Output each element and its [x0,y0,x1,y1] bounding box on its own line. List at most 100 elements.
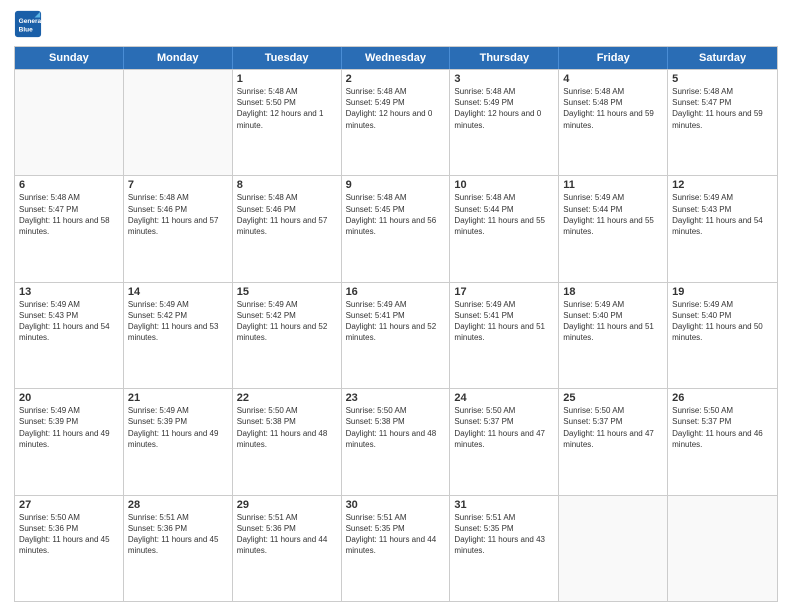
day-number: 27 [19,499,119,511]
calendar-cell: 14Sunrise: 5:49 AM Sunset: 5:42 PM Dayli… [124,283,233,388]
day-number: 21 [128,392,228,404]
svg-text:General: General [19,18,42,25]
day-number: 18 [563,286,663,298]
calendar-cell [668,496,777,601]
calendar-cell [559,496,668,601]
day-number: 10 [454,179,554,191]
day-header-sunday: Sunday [15,47,124,69]
day-number: 25 [563,392,663,404]
day-number: 2 [346,73,446,85]
day-number: 23 [346,392,446,404]
calendar-cell: 23Sunrise: 5:50 AM Sunset: 5:38 PM Dayli… [342,389,451,494]
calendar-week-4: 20Sunrise: 5:49 AM Sunset: 5:39 PM Dayli… [15,388,777,494]
calendar-cell: 29Sunrise: 5:51 AM Sunset: 5:36 PM Dayli… [233,496,342,601]
calendar: SundayMondayTuesdayWednesdayThursdayFrid… [14,46,778,602]
cell-info: Sunrise: 5:49 AM Sunset: 5:40 PM Dayligh… [672,299,773,344]
day-number: 12 [672,179,773,191]
day-number: 31 [454,499,554,511]
day-header-thursday: Thursday [450,47,559,69]
day-header-tuesday: Tuesday [233,47,342,69]
cell-info: Sunrise: 5:49 AM Sunset: 5:39 PM Dayligh… [128,405,228,450]
calendar-cell: 8Sunrise: 5:48 AM Sunset: 5:46 PM Daylig… [233,176,342,281]
cell-info: Sunrise: 5:51 AM Sunset: 5:36 PM Dayligh… [128,512,228,557]
day-number: 14 [128,286,228,298]
day-number: 7 [128,179,228,191]
calendar-cell: 22Sunrise: 5:50 AM Sunset: 5:38 PM Dayli… [233,389,342,494]
cell-info: Sunrise: 5:49 AM Sunset: 5:40 PM Dayligh… [563,299,663,344]
day-number: 24 [454,392,554,404]
day-number: 4 [563,73,663,85]
day-number: 26 [672,392,773,404]
day-number: 20 [19,392,119,404]
cell-info: Sunrise: 5:48 AM Sunset: 5:49 PM Dayligh… [454,86,554,131]
cell-info: Sunrise: 5:48 AM Sunset: 5:45 PM Dayligh… [346,192,446,237]
day-number: 29 [237,499,337,511]
cell-info: Sunrise: 5:49 AM Sunset: 5:43 PM Dayligh… [672,192,773,237]
calendar-cell: 21Sunrise: 5:49 AM Sunset: 5:39 PM Dayli… [124,389,233,494]
calendar-cell: 5Sunrise: 5:48 AM Sunset: 5:47 PM Daylig… [668,70,777,175]
logo-icon: General Blue [14,10,42,38]
cell-info: Sunrise: 5:50 AM Sunset: 5:37 PM Dayligh… [672,405,773,450]
cell-info: Sunrise: 5:50 AM Sunset: 5:38 PM Dayligh… [346,405,446,450]
cell-info: Sunrise: 5:48 AM Sunset: 5:49 PM Dayligh… [346,86,446,131]
cell-info: Sunrise: 5:48 AM Sunset: 5:48 PM Dayligh… [563,86,663,131]
calendar-week-2: 6Sunrise: 5:48 AM Sunset: 5:47 PM Daylig… [15,175,777,281]
cell-info: Sunrise: 5:49 AM Sunset: 5:41 PM Dayligh… [346,299,446,344]
day-number: 19 [672,286,773,298]
calendar-cell: 24Sunrise: 5:50 AM Sunset: 5:37 PM Dayli… [450,389,559,494]
calendar-cell: 10Sunrise: 5:48 AM Sunset: 5:44 PM Dayli… [450,176,559,281]
day-number: 15 [237,286,337,298]
day-header-monday: Monday [124,47,233,69]
calendar-cell: 16Sunrise: 5:49 AM Sunset: 5:41 PM Dayli… [342,283,451,388]
day-number: 13 [19,286,119,298]
day-number: 22 [237,392,337,404]
cell-info: Sunrise: 5:49 AM Sunset: 5:41 PM Dayligh… [454,299,554,344]
calendar-cell: 2Sunrise: 5:48 AM Sunset: 5:49 PM Daylig… [342,70,451,175]
cell-info: Sunrise: 5:51 AM Sunset: 5:35 PM Dayligh… [454,512,554,557]
cell-info: Sunrise: 5:50 AM Sunset: 5:36 PM Dayligh… [19,512,119,557]
cell-info: Sunrise: 5:50 AM Sunset: 5:37 PM Dayligh… [454,405,554,450]
calendar-cell: 1Sunrise: 5:48 AM Sunset: 5:50 PM Daylig… [233,70,342,175]
day-number: 6 [19,179,119,191]
day-number: 8 [237,179,337,191]
svg-text:Blue: Blue [19,26,33,33]
calendar-cell: 26Sunrise: 5:50 AM Sunset: 5:37 PM Dayli… [668,389,777,494]
day-number: 16 [346,286,446,298]
calendar-cell: 11Sunrise: 5:49 AM Sunset: 5:44 PM Dayli… [559,176,668,281]
cell-info: Sunrise: 5:49 AM Sunset: 5:39 PM Dayligh… [19,405,119,450]
calendar-header: SundayMondayTuesdayWednesdayThursdayFrid… [15,47,777,69]
calendar-cell: 19Sunrise: 5:49 AM Sunset: 5:40 PM Dayli… [668,283,777,388]
cell-info: Sunrise: 5:49 AM Sunset: 5:43 PM Dayligh… [19,299,119,344]
day-number: 9 [346,179,446,191]
day-number: 1 [237,73,337,85]
calendar-cell: 30Sunrise: 5:51 AM Sunset: 5:35 PM Dayli… [342,496,451,601]
calendar-cell: 3Sunrise: 5:48 AM Sunset: 5:49 PM Daylig… [450,70,559,175]
day-header-saturday: Saturday [668,47,777,69]
cell-info: Sunrise: 5:49 AM Sunset: 5:44 PM Dayligh… [563,192,663,237]
day-header-wednesday: Wednesday [342,47,451,69]
cell-info: Sunrise: 5:49 AM Sunset: 5:42 PM Dayligh… [237,299,337,344]
calendar-week-5: 27Sunrise: 5:50 AM Sunset: 5:36 PM Dayli… [15,495,777,601]
cell-info: Sunrise: 5:50 AM Sunset: 5:37 PM Dayligh… [563,405,663,450]
calendar-cell: 25Sunrise: 5:50 AM Sunset: 5:37 PM Dayli… [559,389,668,494]
day-number: 3 [454,73,554,85]
calendar-cell: 17Sunrise: 5:49 AM Sunset: 5:41 PM Dayli… [450,283,559,388]
cell-info: Sunrise: 5:48 AM Sunset: 5:46 PM Dayligh… [128,192,228,237]
calendar-cell: 4Sunrise: 5:48 AM Sunset: 5:48 PM Daylig… [559,70,668,175]
cell-info: Sunrise: 5:48 AM Sunset: 5:47 PM Dayligh… [19,192,119,237]
day-number: 30 [346,499,446,511]
calendar-cell: 27Sunrise: 5:50 AM Sunset: 5:36 PM Dayli… [15,496,124,601]
calendar-cell [124,70,233,175]
cell-info: Sunrise: 5:50 AM Sunset: 5:38 PM Dayligh… [237,405,337,450]
calendar-cell: 31Sunrise: 5:51 AM Sunset: 5:35 PM Dayli… [450,496,559,601]
day-number: 28 [128,499,228,511]
day-number: 17 [454,286,554,298]
calendar-cell: 13Sunrise: 5:49 AM Sunset: 5:43 PM Dayli… [15,283,124,388]
cell-info: Sunrise: 5:48 AM Sunset: 5:44 PM Dayligh… [454,192,554,237]
day-number: 5 [672,73,773,85]
day-number: 11 [563,179,663,191]
calendar-body: 1Sunrise: 5:48 AM Sunset: 5:50 PM Daylig… [15,69,777,601]
calendar-cell: 20Sunrise: 5:49 AM Sunset: 5:39 PM Dayli… [15,389,124,494]
calendar-cell: 9Sunrise: 5:48 AM Sunset: 5:45 PM Daylig… [342,176,451,281]
calendar-cell: 15Sunrise: 5:49 AM Sunset: 5:42 PM Dayli… [233,283,342,388]
